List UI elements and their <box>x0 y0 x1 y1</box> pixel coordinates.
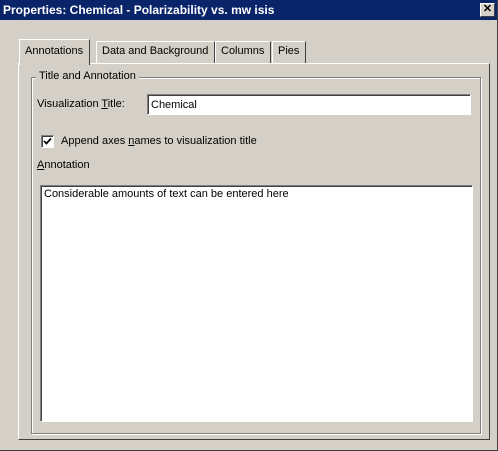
tab-pies[interactable]: Pies <box>272 41 307 63</box>
annotation-label: Annotation <box>37 159 90 171</box>
close-icon: ✕ <box>482 3 493 15</box>
close-button[interactable]: ✕ <box>480 3 495 17</box>
properties-dialog: Properties: Chemical - Polarizability vs… <box>0 0 498 451</box>
annotation-textarea[interactable]: Considerable amounts of text can be ente… <box>40 185 473 422</box>
annotation-label-text: nnotation <box>44 159 90 171</box>
title-and-annotation-group: Title and Annotation Visualization Title… <box>31 70 481 434</box>
visualization-title-label-text-1: Visualization <box>37 98 102 110</box>
tab-data-and-background-label: Data and Background <box>102 45 209 57</box>
append-axes-checkbox[interactable] <box>41 135 54 148</box>
group-legend: Title and Annotation <box>36 70 139 82</box>
annotations-tab-panel: Title and Annotation Visualization Title… <box>18 63 490 440</box>
tab-data-and-background[interactable]: Data and Background <box>96 41 216 63</box>
title-bar: Properties: Chemical - Polarizability vs… <box>0 0 497 20</box>
tab-annotations-label: Annotations <box>25 45 84 57</box>
visualization-title-input[interactable] <box>147 94 471 115</box>
tab-columns[interactable]: Columns <box>215 41 272 63</box>
visualization-title-label: Visualization Title: <box>37 98 125 110</box>
append-axes-label-text-1: Append axes <box>61 135 129 147</box>
append-axes-label-text-2: ames to visualization title <box>134 135 257 147</box>
tab-annotations[interactable]: Annotations <box>19 39 91 65</box>
check-icon <box>43 137 52 145</box>
append-axes-label[interactable]: Append axes names to visualization title <box>61 135 257 147</box>
tab-columns-label: Columns <box>221 45 265 57</box>
visualization-title-label-text-2: itle: <box>107 98 125 110</box>
tab-pies-label: Pies <box>278 45 300 57</box>
window-title: Properties: Chemical - Polarizability vs… <box>3 3 275 17</box>
